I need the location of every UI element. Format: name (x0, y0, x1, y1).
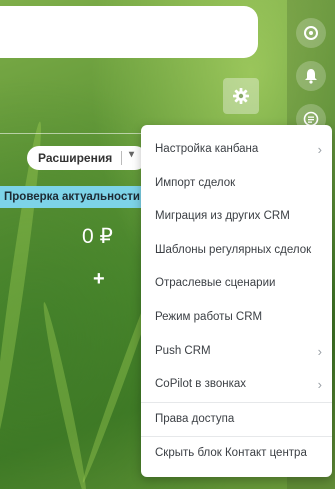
extensions-button[interactable]: Расширения ▾ (27, 146, 147, 170)
menu-item-label: Push CRM (155, 344, 211, 357)
toolbar-divider (0, 133, 150, 134)
column-sum: 0 ₽ (82, 225, 113, 248)
add-deal-button[interactable]: + (93, 268, 107, 292)
gear-icon[interactable] (223, 78, 259, 114)
menu-item-industry-scenarios[interactable]: Отраслевые сценарии (141, 267, 332, 301)
menu-item-label: Скрыть блок Контакт центра (155, 447, 307, 460)
chevron-down-icon[interactable]: ▾ (129, 149, 134, 160)
menu-item-label: Настройка канбана (155, 143, 259, 155)
menu-item-crm-mode[interactable]: Режим работы CRM (141, 301, 332, 335)
chevron-right-icon: › (317, 377, 322, 393)
copilot-icon[interactable] (296, 18, 326, 48)
menu-item-label: Импорт сделок (155, 176, 236, 189)
menu-item-label: Отраслевые сценарии (155, 277, 276, 290)
menu-item-label: Миграция из других CRM (155, 210, 290, 223)
background-decoration (39, 301, 91, 489)
stage-banner-label: Проверка актуальности д (4, 191, 145, 203)
menu-item-label: Шаблоны регулярных сделок (155, 243, 312, 256)
menu-item-hide-contact-center[interactable]: Скрыть блок Контакт центра (141, 437, 332, 471)
chevron-right-icon: › (317, 142, 322, 157)
menu-item-access-rights[interactable]: Права доступа (141, 403, 332, 437)
menu-item-push-crm[interactable]: Push CRM › (141, 335, 332, 369)
button-separator (121, 151, 122, 165)
top-panel (0, 6, 258, 58)
menu-item-kanban-settings[interactable]: Настройка канбана › (141, 133, 332, 167)
menu-item-label: Права доступа (155, 412, 235, 425)
menu-item-copilot-calls[interactable]: CoPilot в звонках › (141, 368, 332, 402)
menu-item-migration[interactable]: Миграция из других CRM (141, 200, 332, 234)
extensions-label: Расширения (38, 151, 113, 165)
menu-item-import-deals[interactable]: Импорт сделок (141, 167, 332, 201)
stage-banner[interactable]: Проверка актуальности д (0, 186, 145, 208)
bell-icon[interactable] (296, 61, 326, 91)
menu-item-label: Режим работы CRM (155, 310, 263, 323)
chevron-right-icon: › (317, 343, 322, 359)
settings-menu: Настройка канбана › Импорт сделок Миграц… (141, 125, 332, 477)
menu-item-label: CoPilot в звонках (155, 378, 247, 391)
menu-item-recurring-templates[interactable]: Шаблоны регулярных сделок (141, 234, 332, 268)
